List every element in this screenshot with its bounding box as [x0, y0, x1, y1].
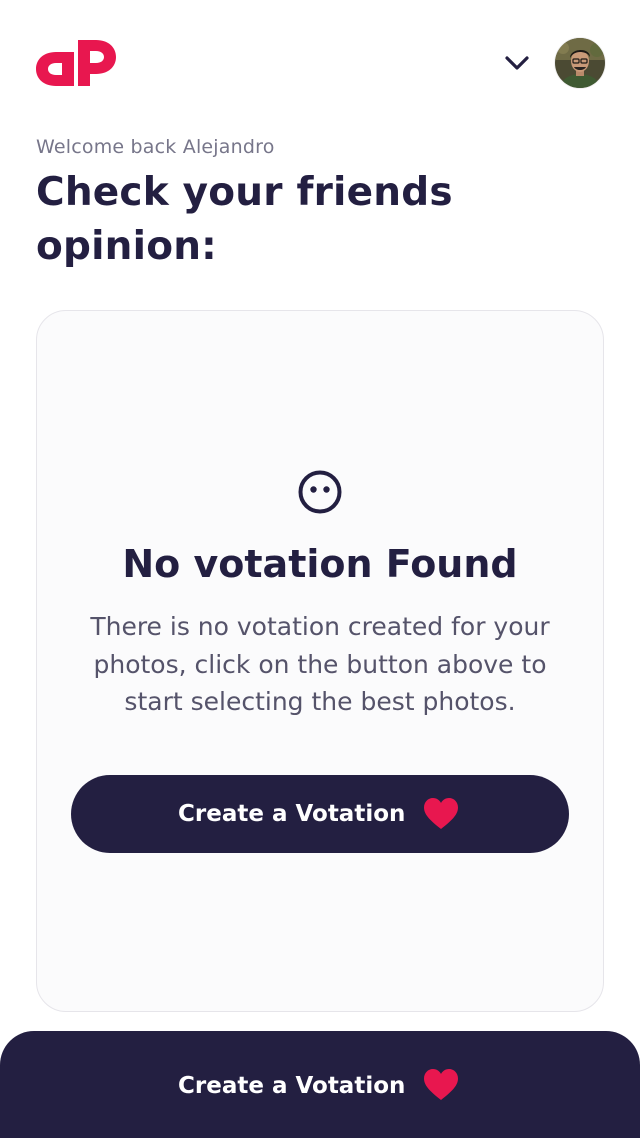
neutral-face-icon	[298, 470, 342, 514]
page-title: Check your friends opinion:	[36, 170, 453, 269]
heart-icon	[424, 1069, 458, 1100]
create-votation-label: Create a Votation	[178, 801, 406, 827]
avatar[interactable]	[555, 38, 605, 88]
dp-logo-icon[interactable]	[34, 36, 118, 90]
create-votation-button[interactable]: Create a Votation	[71, 775, 569, 853]
bottom-create-votation-bar[interactable]: Create a Votation	[0, 1031, 640, 1138]
chevron-down-icon[interactable]	[500, 48, 534, 78]
user-avatar-icon	[555, 38, 605, 88]
bottom-create-votation-label: Create a Votation	[178, 1073, 406, 1099]
welcome-message: Welcome back Alejandro	[36, 136, 275, 158]
app-header	[0, 0, 640, 120]
empty-state-description: There is no votation created for your ph…	[90, 612, 550, 716]
heart-icon	[424, 798, 458, 829]
empty-state-title: No votation Found	[122, 542, 518, 586]
